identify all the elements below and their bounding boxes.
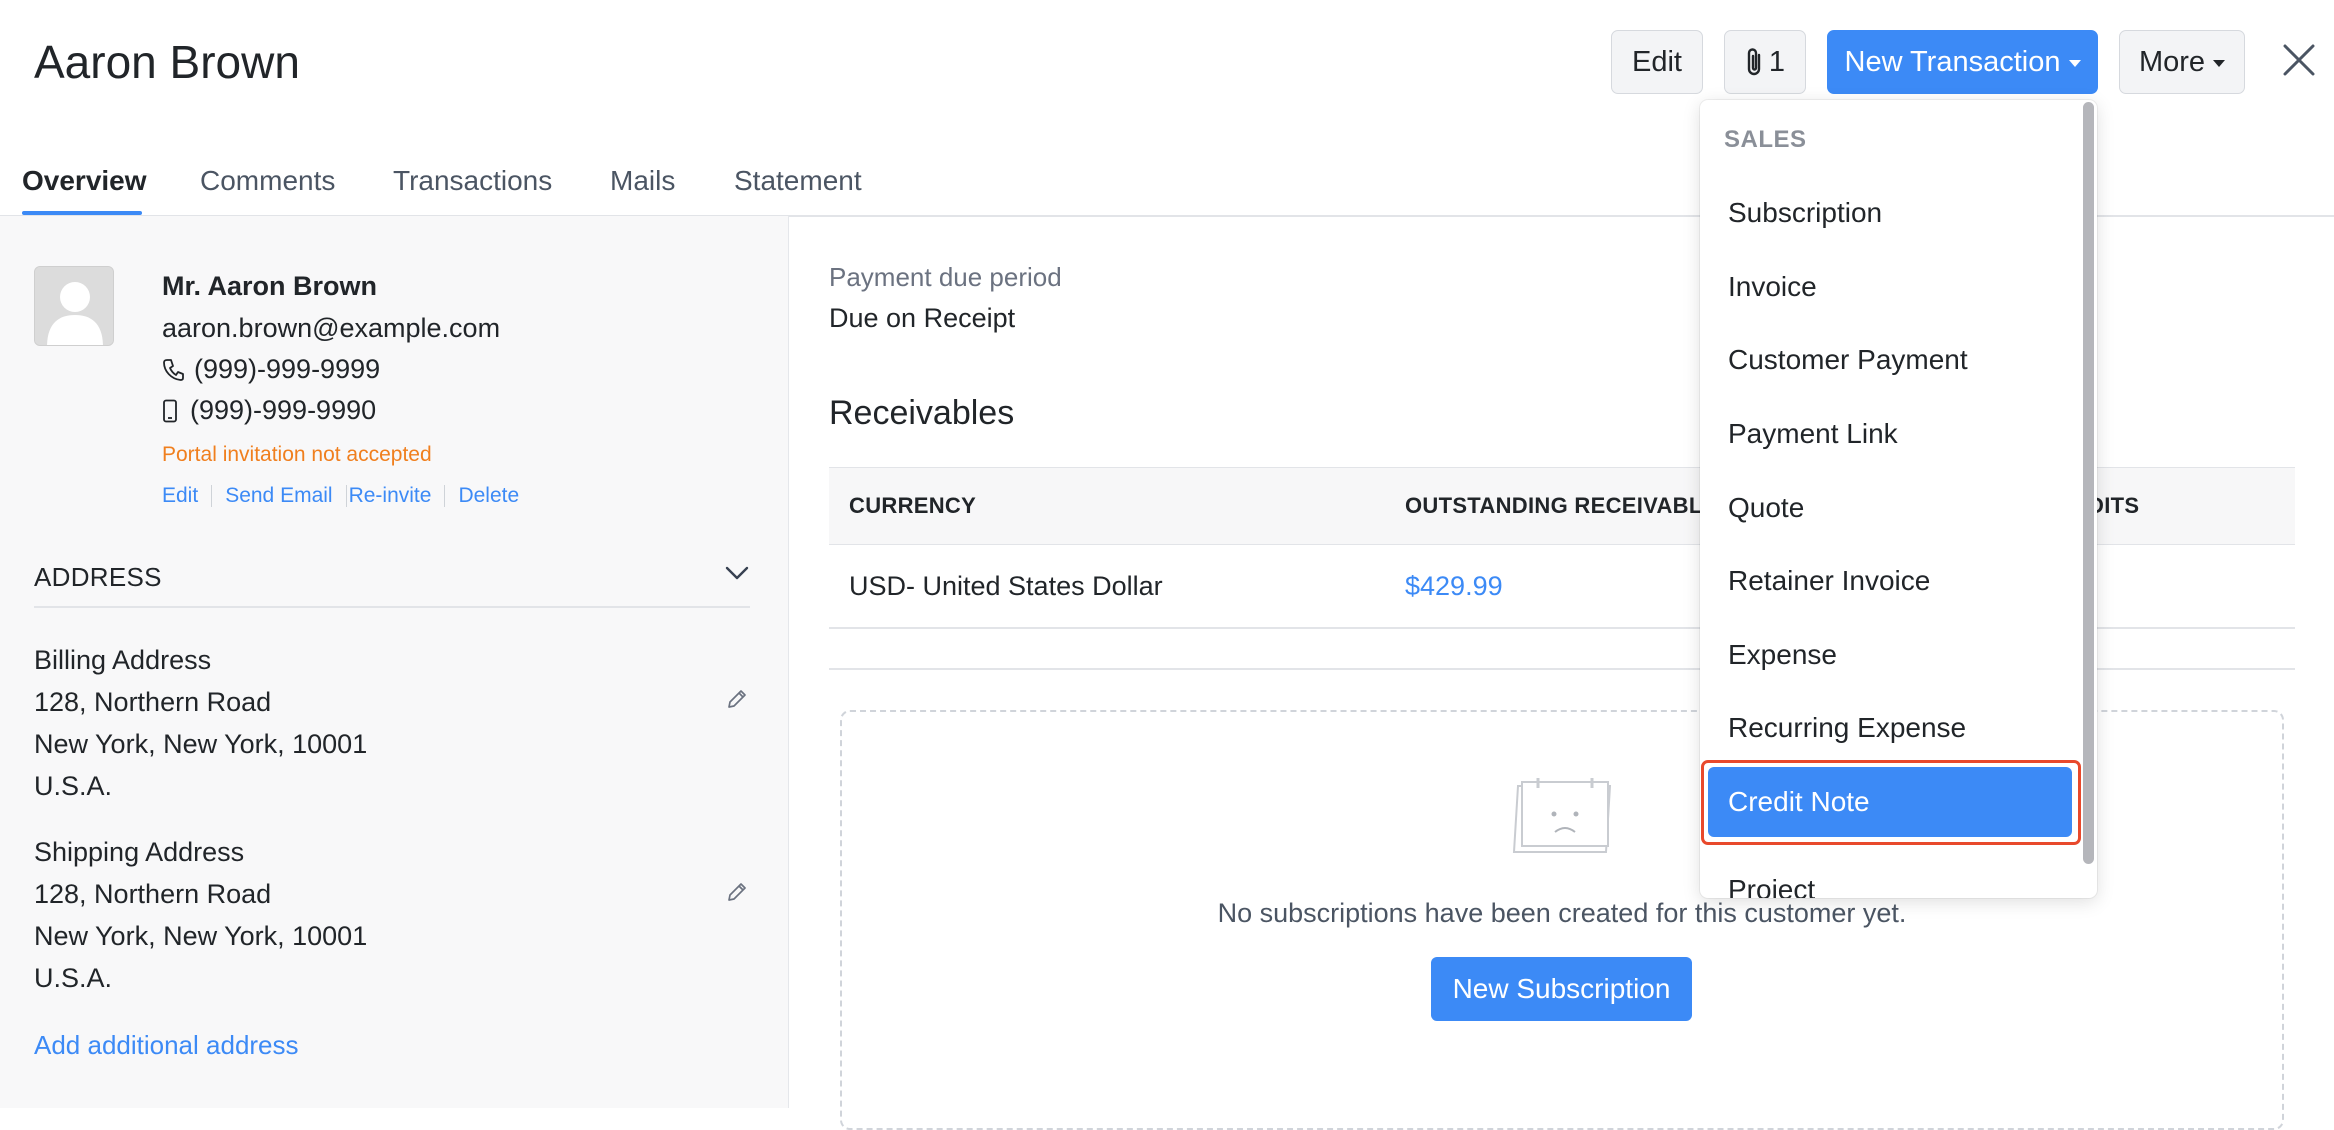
active-tab-indicator — [22, 211, 142, 215]
selection-highlight — [1701, 760, 2081, 845]
add-additional-address-link[interactable]: Add additional address — [34, 1030, 299, 1061]
menu-item-quote[interactable]: Quote — [1728, 488, 1804, 528]
new-transaction-label: New Transaction — [1844, 45, 2061, 78]
separator — [444, 485, 446, 507]
shipping-address-line2: New York, New York, 10001 — [34, 921, 368, 951]
contact-email: aaron.brown@example.com — [162, 313, 500, 344]
paperclip-icon — [1745, 47, 1765, 77]
edit-billing-pencil-icon[interactable] — [726, 688, 748, 710]
chevron-down-icon[interactable] — [724, 565, 750, 581]
empty-calendar-icon — [1510, 778, 1614, 856]
tab-overview[interactable]: Overview — [22, 163, 147, 199]
contact-name: Mr. Aaron Brown — [162, 271, 378, 301]
menu-item-expense[interactable]: Expense — [1728, 635, 1837, 675]
dropdown-scrollbar[interactable] — [2083, 102, 2094, 864]
more-button[interactable]: More — [2119, 30, 2245, 94]
attachments-button[interactable]: 1 — [1724, 30, 1806, 94]
receivables-title: Receivables — [829, 394, 1015, 432]
contact-mobile-text: (999)-999-9990 — [190, 395, 377, 425]
more-button-label: More — [2138, 45, 2206, 78]
close-icon[interactable] — [2281, 42, 2317, 78]
delete-link[interactable]: Delete — [458, 484, 519, 508]
caret-down-icon — [2213, 59, 2226, 67]
tab-statement[interactable]: Statement — [734, 163, 862, 199]
billing-address-line2: New York, New York, 10001 — [34, 729, 368, 759]
contact-edit-link[interactable]: Edit — [162, 484, 198, 508]
phone-icon — [162, 358, 184, 382]
tab-mails[interactable]: Mails — [610, 163, 675, 199]
tab-comments[interactable]: Comments — [200, 163, 335, 199]
portal-status: Portal invitation not accepted — [162, 443, 432, 466]
billing-address-line3: U.S.A. — [34, 771, 113, 801]
menu-item-retainer-invoice[interactable]: Retainer Invoice — [1728, 561, 1930, 601]
address-section-title: ADDRESS — [34, 562, 162, 592]
empty-state-message: No subscriptions have been created for t… — [1217, 898, 1907, 928]
separator — [345, 485, 347, 507]
table-cell-outstanding[interactable]: $429.99 — [1405, 571, 1503, 602]
menu-item-payment-link[interactable]: Payment Link — [1728, 414, 1898, 454]
shipping-address-line1: 128, Northern Road — [34, 879, 272, 909]
page-title: Aaron Brown — [34, 36, 300, 88]
menu-item-recurring-expense[interactable]: Recurring Expense — [1728, 708, 1966, 748]
tab-transactions[interactable]: Transactions — [393, 163, 552, 199]
reinvite-link[interactable]: Re-invite — [349, 484, 432, 508]
column-header-outstanding: OUTSTANDING RECEIVABLI — [1405, 493, 1710, 518]
attachment-count: 1 — [1768, 45, 1786, 78]
payment-due-value: Due on Receipt — [829, 303, 1016, 333]
separator — [211, 485, 213, 507]
billing-address: Billing Address 128, Northern Road New Y… — [34, 639, 367, 807]
contact-phone: (999)-999-9999 — [162, 354, 380, 385]
edit-button[interactable]: Edit — [1611, 30, 1703, 94]
shipping-address: Shipping Address 128, Northern Road New … — [34, 831, 367, 999]
menu-item-invoice[interactable]: Invoice — [1728, 267, 1817, 307]
send-email-link[interactable]: Send Email — [225, 484, 332, 508]
table-cell-currency: USD- United States Dollar — [849, 571, 1163, 601]
edit-button-label: Edit — [1632, 45, 1682, 78]
contact-mobile: (999)-999-9990 — [162, 395, 376, 426]
menu-item-project[interactable]: Project — [1728, 870, 1815, 898]
shipping-address-line3: U.S.A. — [34, 963, 113, 993]
caret-down-icon — [2068, 59, 2081, 67]
shipping-address-label: Shipping Address — [34, 837, 245, 867]
billing-address-line1: 128, Northern Road — [34, 687, 272, 717]
divider — [34, 606, 750, 608]
new-subscription-button[interactable]: New Subscription — [1431, 957, 1692, 1021]
avatar — [34, 266, 114, 346]
dropdown-section-sales: SALES — [1724, 126, 1807, 153]
column-header-currency: CURRENCY — [849, 493, 977, 518]
new-transaction-button[interactable]: New Transaction — [1827, 30, 2098, 94]
contact-phone-text: (999)-999-9999 — [194, 354, 381, 384]
contact-email-text: aaron.brown@example.com — [162, 313, 501, 343]
billing-address-label: Billing Address — [34, 645, 212, 675]
new-subscription-label: New Subscription — [1452, 973, 1671, 1004]
payment-due-label: Payment due period — [829, 262, 1062, 292]
mobile-icon — [162, 399, 178, 423]
menu-item-customer-payment[interactable]: Customer Payment — [1728, 340, 1968, 380]
menu-item-subscription[interactable]: Subscription — [1728, 193, 1882, 233]
edit-shipping-pencil-icon[interactable] — [726, 881, 748, 903]
contact-actions: Edit Send Email Re-invite Delete — [162, 484, 519, 508]
